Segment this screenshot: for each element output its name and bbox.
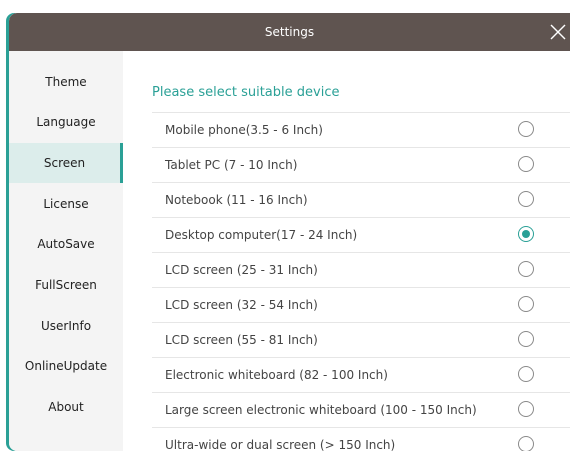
screen-settings-panel: Please select suitable device Mobile pho… — [123, 51, 570, 451]
window-title: Settings — [264, 25, 315, 39]
device-option-whiteboard[interactable]: Electronic whiteboard (82 - 100 Inch) — [152, 357, 570, 393]
device-option-desktop[interactable]: Desktop computer(17 - 24 Inch) — [152, 217, 570, 253]
device-option-tablet[interactable]: Tablet PC (7 - 10 Inch) — [152, 147, 570, 183]
device-radio[interactable] — [518, 156, 534, 172]
device-radio-selected[interactable] — [518, 226, 534, 242]
sidebar-item-theme[interactable]: Theme — [9, 62, 123, 102]
settings-sidebar: Theme Language Screen License AutoSave F… — [9, 51, 123, 451]
sidebar-item-about[interactable]: About — [9, 387, 123, 427]
device-option-lcd-32-54[interactable]: LCD screen (32 - 54 Inch) — [152, 287, 570, 323]
sidebar-item-screen[interactable]: Screen — [9, 143, 123, 183]
sidebar-item-onlineupdate[interactable]: OnlineUpdate — [9, 346, 123, 386]
device-option-ultra-wide[interactable]: Ultra-wide or dual screen (> 150 Inch) — [152, 427, 570, 451]
device-option-label: Tablet PC (7 - 10 Inch) — [165, 158, 298, 172]
device-option-mobile[interactable]: Mobile phone(3.5 - 6 Inch) — [152, 112, 570, 148]
close-button[interactable] — [546, 20, 570, 44]
sidebar-item-autosave[interactable]: AutoSave — [9, 224, 123, 264]
device-radio[interactable] — [518, 436, 534, 451]
sidebar-item-fullscreen[interactable]: FullScreen — [9, 265, 123, 305]
device-option-lcd-25-31[interactable]: LCD screen (25 - 31 Inch) — [152, 252, 570, 288]
device-radio[interactable] — [518, 331, 534, 347]
sidebar-item-license[interactable]: License — [9, 184, 123, 224]
device-option-label: Mobile phone(3.5 - 6 Inch) — [165, 123, 323, 137]
device-radio[interactable] — [518, 296, 534, 312]
device-radio[interactable] — [518, 401, 534, 417]
device-option-lcd-55-81[interactable]: LCD screen (55 - 81 Inch) — [152, 322, 570, 358]
sidebar-item-language[interactable]: Language — [9, 102, 123, 142]
device-option-label: Notebook (11 - 16 Inch) — [165, 193, 308, 207]
device-option-label: Ultra-wide or dual screen (> 150 Inch) — [165, 438, 396, 451]
device-radio[interactable] — [518, 261, 534, 277]
device-option-label: Large screen electronic whiteboard (100 … — [165, 403, 477, 417]
device-select-heading: Please select suitable device — [152, 85, 340, 100]
settings-window: Settings Theme Language Screen License A… — [0, 0, 570, 451]
device-option-label: LCD screen (55 - 81 Inch) — [165, 333, 318, 347]
device-option-notebook[interactable]: Notebook (11 - 16 Inch) — [152, 182, 570, 218]
sidebar-item-userinfo[interactable]: UserInfo — [9, 306, 123, 346]
device-option-label: Desktop computer(17 - 24 Inch) — [165, 228, 358, 242]
title-bar: Settings — [9, 13, 570, 51]
device-option-large-whiteboard[interactable]: Large screen electronic whiteboard (100 … — [152, 392, 570, 428]
device-radio[interactable] — [518, 366, 534, 382]
device-radio[interactable] — [518, 191, 534, 207]
device-option-label: LCD screen (25 - 31 Inch) — [165, 263, 318, 277]
device-option-label: LCD screen (32 - 54 Inch) — [165, 298, 318, 312]
close-icon — [550, 24, 566, 40]
device-radio[interactable] — [518, 121, 534, 137]
device-option-label: Electronic whiteboard (82 - 100 Inch) — [165, 368, 388, 382]
